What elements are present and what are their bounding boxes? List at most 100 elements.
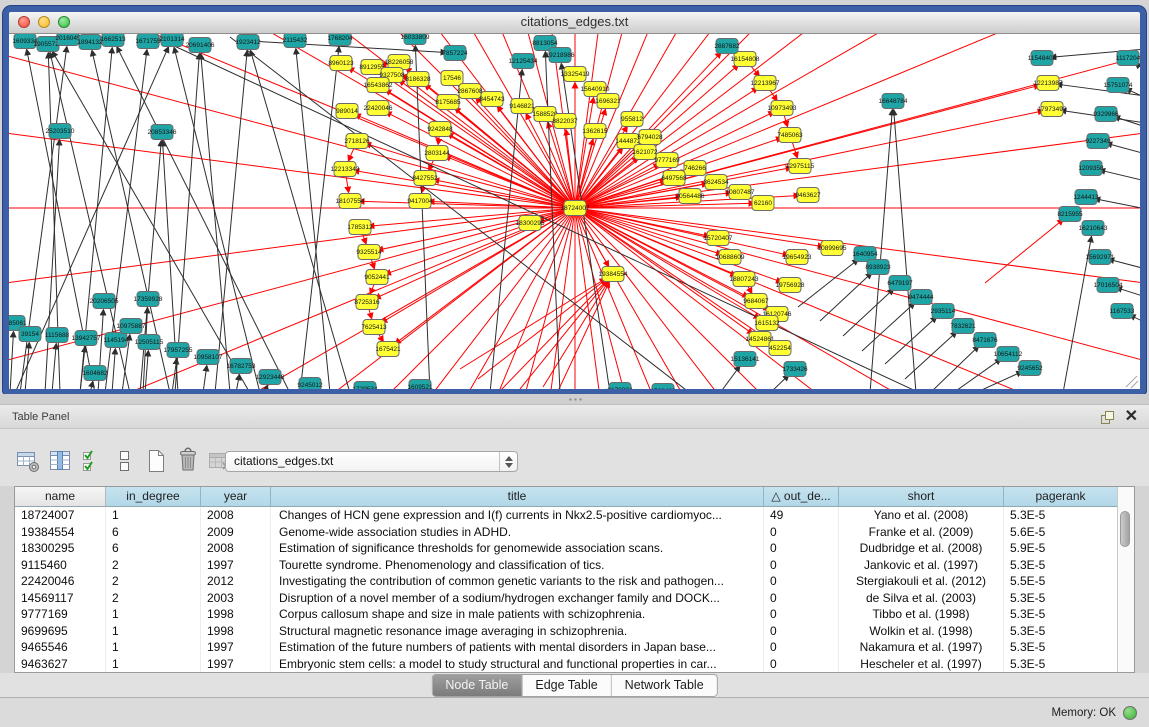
column-header-name[interactable]: name bbox=[15, 487, 106, 507]
memory-status-icon[interactable] bbox=[1123, 706, 1137, 720]
column-header-short[interactable]: short bbox=[839, 487, 1004, 507]
table-row[interactable]: 1456911722003Disruption of a novel membe… bbox=[15, 590, 1118, 607]
network-node-label: 8471676 bbox=[972, 337, 998, 344]
column-header-pagerank[interactable]: pagerank bbox=[1004, 487, 1118, 507]
cell-title: Structural magnetic resonance image aver… bbox=[271, 623, 764, 640]
network-edge[interactable] bbox=[770, 375, 789, 389]
cell-title: Disruption of a novel member of a sodium… bbox=[271, 590, 764, 607]
close-window-button[interactable] bbox=[18, 16, 30, 28]
network-node-label: 6497568 bbox=[661, 175, 687, 182]
table-row[interactable]: 946554611997Estimation of the future num… bbox=[15, 639, 1118, 656]
network-edge[interactable] bbox=[52, 344, 56, 389]
table-selector-dropdown[interactable]: citations_edges.txt bbox=[225, 451, 518, 472]
canvas-resize-grip[interactable] bbox=[1126, 376, 1138, 388]
column-header-in_degree[interactable]: in_degree bbox=[106, 487, 201, 507]
network-edge[interactable] bbox=[112, 349, 115, 389]
column-header-title[interactable]: title bbox=[271, 487, 764, 507]
new-table-icon[interactable] bbox=[142, 446, 169, 475]
network-edge[interactable] bbox=[90, 382, 93, 389]
table-row[interactable]: 1872400712008Changes of HCN gene express… bbox=[15, 507, 1118, 524]
network-edge[interactable] bbox=[251, 51, 350, 389]
network-edge[interactable] bbox=[1100, 170, 1140, 181]
minimize-window-button[interactable] bbox=[38, 16, 50, 28]
network-edge[interactable] bbox=[10, 332, 13, 389]
network-edge[interactable] bbox=[894, 110, 916, 389]
network-edge[interactable] bbox=[975, 372, 1022, 389]
network-edge[interactable] bbox=[205, 208, 575, 389]
network-node-label: 9052441 bbox=[364, 274, 390, 281]
network-node-label: 8186328 bbox=[405, 76, 431, 83]
rows-icon[interactable] bbox=[110, 446, 137, 475]
table-row[interactable]: 911546021997Tourette syndrome. Phenomeno… bbox=[15, 557, 1118, 574]
network-canvas[interactable]: 1872400718300295193845548960123891295518… bbox=[9, 34, 1140, 389]
cell-short: Hescheler et al. (1997) bbox=[839, 656, 1004, 673]
select-columns-icon[interactable] bbox=[46, 446, 73, 475]
divider-grip[interactable] bbox=[568, 398, 582, 401]
column-header-year[interactable]: year bbox=[201, 487, 271, 507]
network-node-label: 8813054 bbox=[532, 40, 558, 47]
table-row[interactable]: 1938455462009Genome-wide association stu… bbox=[15, 524, 1118, 541]
network-node-label: 2887682 bbox=[714, 43, 740, 50]
cell-title: Tourette syndrome. Phenomenology and cla… bbox=[271, 557, 764, 574]
network-edge[interactable] bbox=[930, 346, 979, 389]
network-node-label: 17359928 bbox=[134, 296, 163, 303]
tab-network-table[interactable]: Network Table bbox=[611, 675, 717, 696]
network-edge[interactable] bbox=[300, 47, 339, 389]
cell-title: Estimation of significance thresholds fo… bbox=[271, 540, 764, 557]
network-node-label: 16543862 bbox=[364, 82, 393, 89]
scrollbar-thumb[interactable] bbox=[1120, 511, 1130, 547]
cell-short: Stergiakouli et al. (2012) bbox=[839, 573, 1004, 590]
tab-edge-table[interactable]: Edge Table bbox=[521, 675, 610, 696]
tab-node-table[interactable]: Node Table bbox=[432, 675, 521, 696]
window-titlebar[interactable]: citations_edges.txt bbox=[9, 12, 1140, 34]
network-edge[interactable] bbox=[720, 366, 740, 389]
network-node-label: 1923412 bbox=[235, 39, 261, 46]
cell-short: Yano et al. (2008) bbox=[839, 507, 1004, 524]
network-node-label: 12975115 bbox=[786, 163, 815, 170]
cell-short: Tibbo et al. (1998) bbox=[839, 606, 1004, 623]
table-options-icon[interactable] bbox=[14, 446, 41, 475]
network-edge[interactable] bbox=[1107, 143, 1140, 154]
panel-divider[interactable] bbox=[0, 394, 1149, 404]
network-edge[interactable] bbox=[460, 279, 605, 369]
network-node-label: 6479197 bbox=[887, 280, 913, 287]
column-header-out_degree[interactable]: △ out_de... bbox=[764, 487, 839, 507]
network-edge[interactable] bbox=[215, 51, 247, 389]
window-title: citations_edges.txt bbox=[9, 12, 1140, 32]
network-node-label: 15720407 bbox=[704, 235, 733, 242]
network-edge[interactable] bbox=[203, 366, 207, 389]
network-edge[interactable] bbox=[236, 375, 239, 389]
table-row[interactable]: 1830029562008Estimation of significance … bbox=[15, 540, 1118, 557]
node-table: namein_degreeyeartitle△ out_de...shortpa… bbox=[14, 486, 1135, 673]
table-scrollbar[interactable] bbox=[1117, 487, 1134, 672]
network-edge[interactable] bbox=[383, 208, 575, 389]
select-all-checks-icon[interactable] bbox=[78, 446, 105, 475]
cell-pagerank: 5.3E-5 bbox=[1004, 507, 1118, 524]
table-row[interactable]: 969969511998Structural magnetic resonanc… bbox=[15, 623, 1118, 640]
table-row[interactable]: 2242004622012Investigating the contribut… bbox=[15, 573, 1118, 590]
cell-out_degree: 0 bbox=[764, 573, 839, 590]
table-row[interactable]: 946362711997Embryonic stem cells: a mode… bbox=[15, 656, 1118, 673]
close-panel-icon[interactable]: ✕ bbox=[1125, 406, 1138, 428]
zoom-window-button[interactable] bbox=[58, 16, 70, 28]
dropdown-stepper-icon[interactable] bbox=[499, 452, 517, 471]
network-edge[interactable] bbox=[125, 208, 575, 389]
network-edge[interactable] bbox=[575, 208, 721, 254]
network-canvas-area[interactable]: 1872400718300295193845548960123891295518… bbox=[9, 34, 1140, 389]
network-edge[interactable] bbox=[1095, 199, 1140, 209]
network-edge[interactable] bbox=[292, 208, 575, 389]
network-edge[interactable] bbox=[9, 208, 575, 305]
network-edge[interactable] bbox=[145, 351, 148, 389]
network-node-label: 9245012 bbox=[297, 382, 323, 389]
network-edge[interactable] bbox=[378, 208, 575, 250]
float-panel-icon[interactable] bbox=[1100, 410, 1115, 425]
network-edge[interactable] bbox=[985, 220, 1063, 283]
network-edge[interactable] bbox=[201, 54, 230, 389]
delete-trash-icon[interactable] bbox=[174, 446, 201, 475]
cell-short: Jankovic et al. (1997) bbox=[839, 557, 1004, 574]
network-node-label: 6794028 bbox=[637, 134, 663, 141]
network-node-label: 13942757 bbox=[72, 335, 101, 342]
network-edge[interactable] bbox=[798, 260, 858, 307]
cell-year: 2008 bbox=[201, 507, 271, 524]
table-row[interactable]: 977716911998Corpus callosum shape and si… bbox=[15, 606, 1118, 623]
